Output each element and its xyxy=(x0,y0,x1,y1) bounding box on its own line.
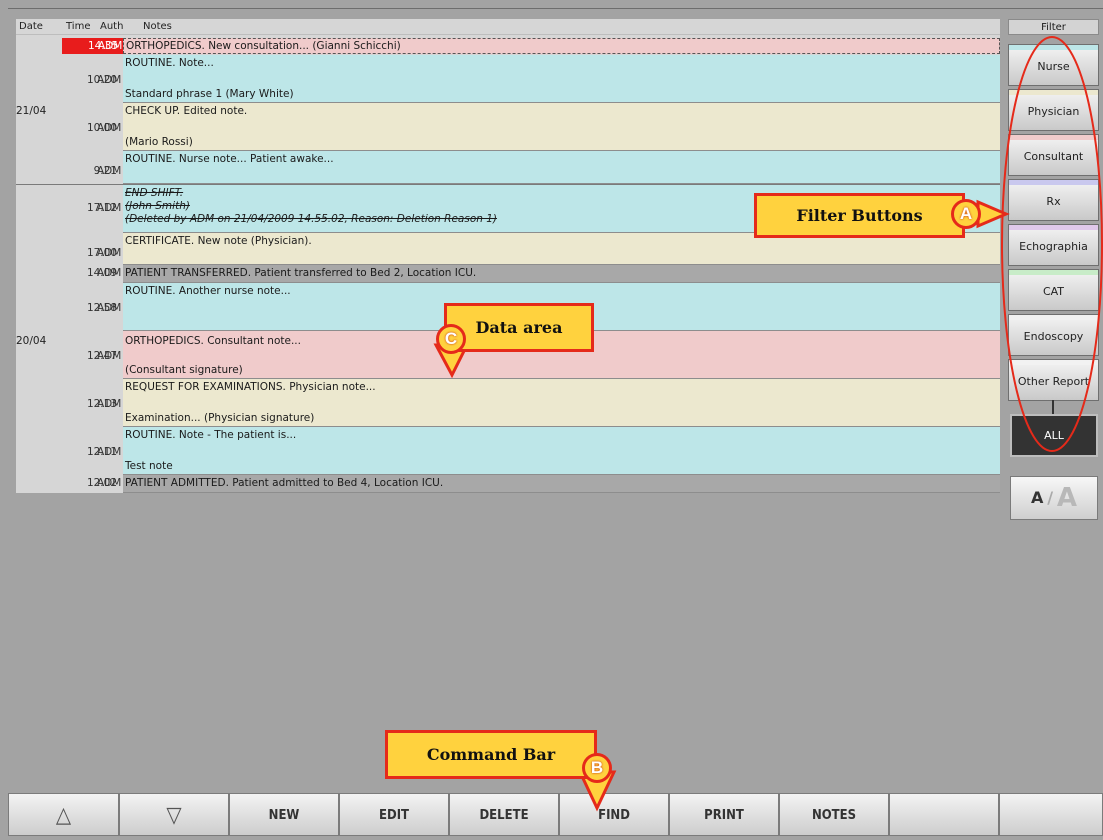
marker-b: B xyxy=(582,753,612,783)
marker-a: A xyxy=(951,199,981,229)
data-area-callout: Data area xyxy=(444,303,594,352)
annotation-overlay xyxy=(433,36,1103,812)
filter-highlight-ellipse xyxy=(1001,36,1103,452)
filter-buttons-callout: Filter Buttons xyxy=(754,193,965,238)
command-bar-callout: Command Bar xyxy=(385,730,597,779)
application-window: Date Time Auth Notes 21/04 20/04 14.35 A… xyxy=(0,0,1103,836)
marker-c: C xyxy=(436,324,466,354)
